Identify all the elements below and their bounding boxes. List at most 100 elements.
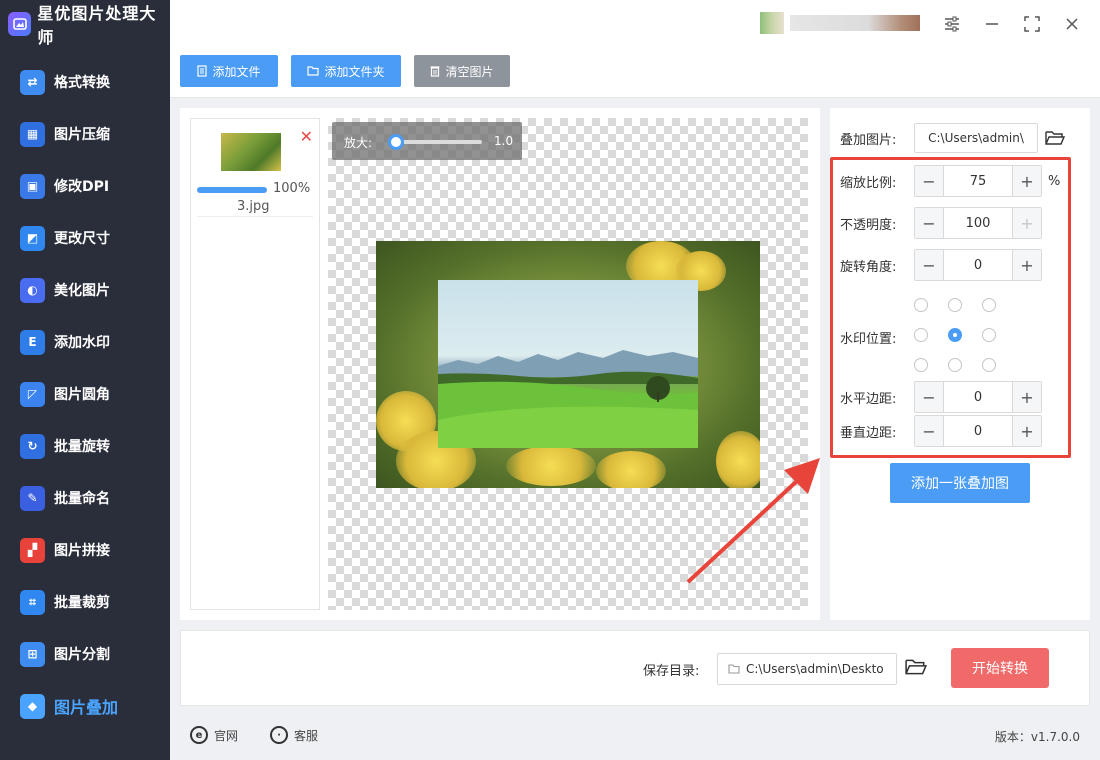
sidebar-item-6[interactable]: ◸ 图片圆角 (0, 368, 170, 420)
rotation-row: 旋转角度: − 0 + (840, 249, 1042, 281)
position-bottom-left-radio[interactable] (914, 358, 928, 372)
file-thumbnail (221, 133, 281, 171)
sidebar-item-3[interactable]: ◩ 更改尺寸 (0, 212, 170, 264)
h-margin-label: 水平边距: (840, 391, 897, 407)
minimize-icon[interactable] (980, 12, 1004, 36)
rotation-input[interactable]: 0 (943, 250, 1013, 280)
maximize-icon[interactable] (1020, 12, 1044, 36)
save-dir-field[interactable]: C:\Users\admin\Deskto (717, 653, 897, 685)
v-margin-decrement-button[interactable]: − (915, 416, 943, 446)
browse-folder-icon[interactable] (905, 658, 928, 680)
scale-increment-button[interactable]: + (1013, 166, 1041, 196)
position-middle-left-radio[interactable] (914, 328, 928, 342)
v-margin-row: 垂直边距: − 0 + (840, 415, 1042, 447)
h-margin-stepper: − 0 + (914, 381, 1042, 413)
toolbar: 添加文件 添加文件夹 清空图片 (170, 46, 1100, 98)
scale-label: 缩放比例: (840, 175, 897, 191)
sidebar-item-12[interactable]: ◆ 图片叠加 (0, 680, 170, 732)
clear-images-label: 清空图片 (445, 64, 494, 79)
app-title: 星优图片处理大师 (37, 4, 157, 47)
overlay-image-path-field[interactable]: C:\Users\admin\ (914, 123, 1038, 153)
progress-text: 100% (273, 181, 311, 196)
overlay-image[interactable] (438, 280, 698, 448)
sidebar-item-0[interactable]: ⇄ 格式转换 (0, 56, 170, 108)
position-top-left-radio[interactable] (914, 298, 928, 312)
sidebar-item-label: 修改DPI (54, 179, 110, 195)
rotation-label: 旋转角度: (840, 259, 897, 275)
file-list: ✕ 100% 3.jpg (190, 118, 320, 610)
scale-stepper: − 75 + (914, 165, 1042, 197)
v-margin-increment-button[interactable]: + (1013, 416, 1041, 446)
website-link[interactable]: e 官网 (190, 726, 238, 744)
zoom-slider-track[interactable] (394, 140, 482, 144)
position-bottom-right-radio[interactable] (982, 358, 996, 372)
sidebar-item-label: 图片拼接 (54, 543, 110, 559)
position-top-center-radio[interactable] (948, 298, 962, 312)
position-top-right-radio[interactable] (982, 298, 996, 312)
zoom-slider-handle[interactable] (388, 134, 404, 150)
trash-icon (430, 66, 440, 77)
h-margin-input[interactable]: 0 (943, 382, 1013, 412)
position-grid (914, 298, 1004, 378)
start-convert-button[interactable]: 开始转换 (951, 648, 1049, 688)
opacity-increment-button[interactable]: + (1013, 208, 1041, 238)
h-margin-increment-button[interactable]: + (1013, 382, 1041, 412)
position-middle-right-radio[interactable] (982, 328, 996, 342)
h-margin-decrement-button[interactable]: − (915, 382, 943, 412)
open-folder-icon[interactable] (1044, 127, 1066, 149)
opacity-input[interactable]: 100 (943, 208, 1013, 238)
add-file-label: 添加文件 (212, 64, 261, 79)
ie-globe-icon: e (190, 726, 208, 744)
version-text: 版本：v1.7.0.0 (994, 730, 1080, 744)
app-brand: 星优图片处理大师 (0, 0, 170, 48)
sidebar-item-label: 批量旋转 (54, 439, 110, 455)
position-bottom-center-radio[interactable] (948, 358, 962, 372)
watermark-icon: E (20, 329, 45, 355)
sidebar: 星优图片处理大师 ⇄ 格式转换 ▦ 图片压缩 ▣ 修改DPI ◩ 更改尺寸 ◐ 美化图片 E 添加水印… (0, 0, 170, 760)
zoom-value: 1.0 (494, 134, 514, 148)
support-link[interactable]: · 客服 (270, 726, 318, 744)
add-overlay-button[interactable]: 添加一张叠加图 (890, 463, 1030, 503)
sidebar-item-label: 添加水印 (54, 335, 110, 351)
opacity-label: 不透明度: (840, 217, 897, 233)
clear-images-button[interactable]: 清空图片 (414, 55, 510, 87)
footer: e 官网 · 客服 版本：v1.7.0.0 (170, 712, 1100, 760)
sidebar-item-11[interactable]: ⊞ 图片分割 (0, 628, 170, 680)
image-compress-icon: ▦ (20, 121, 45, 147)
sidebar-item-1[interactable]: ▦ 图片压缩 (0, 108, 170, 160)
close-icon[interactable] (1060, 12, 1084, 36)
settings-panel: 叠加图片: C:\Users\admin\ 缩放比例: − 75 + % 不透明… (830, 108, 1090, 620)
crop-icon: ⌗ (20, 589, 45, 615)
image-convert-icon: ⇄ (20, 69, 45, 95)
split-icon: ⊞ (20, 641, 45, 667)
output-bar: 保存目录: C:\Users\admin\Deskto 开始转换 (180, 630, 1090, 706)
remove-file-icon[interactable]: ✕ (300, 127, 313, 146)
sidebar-item-label: 格式转换 (54, 75, 110, 91)
scale-input[interactable]: 75 (943, 166, 1013, 196)
folder-icon (728, 664, 740, 674)
file-name: 3.jpg (237, 199, 270, 214)
sidebar-item-9[interactable]: ▞ 图片拼接 (0, 524, 170, 576)
rotation-decrement-button[interactable]: − (915, 250, 943, 280)
list-item[interactable]: ✕ 100% 3.jpg (197, 125, 313, 217)
scale-decrement-button[interactable]: − (915, 166, 943, 196)
opacity-stepper: − 100 + (914, 207, 1042, 239)
sidebar-item-5[interactable]: E 添加水印 (0, 316, 170, 368)
title-bar (170, 0, 1100, 46)
resize-icon: ◩ (20, 225, 45, 251)
add-file-button[interactable]: 添加文件 (180, 55, 278, 87)
user-account[interactable] (760, 12, 920, 34)
sidebar-item-label: 更改尺寸 (54, 231, 110, 247)
sidebar-item-8[interactable]: ✎ 批量命名 (0, 472, 170, 524)
sidebar-item-7[interactable]: ↻ 批量旋转 (0, 420, 170, 472)
position-center-radio[interactable] (948, 328, 962, 342)
sidebar-item-4[interactable]: ◐ 美化图片 (0, 264, 170, 316)
overlay-image-row: 叠加图片: C:\Users\admin\ (840, 123, 1066, 153)
v-margin-input[interactable]: 0 (943, 416, 1013, 446)
rotation-increment-button[interactable]: + (1013, 250, 1041, 280)
opacity-decrement-button[interactable]: − (915, 208, 943, 238)
sidebar-item-10[interactable]: ⌗ 批量裁剪 (0, 576, 170, 628)
add-folder-button[interactable]: 添加文件夹 (291, 55, 401, 87)
settings-sliders-icon[interactable] (940, 12, 964, 36)
sidebar-item-2[interactable]: ▣ 修改DPI (0, 160, 170, 212)
